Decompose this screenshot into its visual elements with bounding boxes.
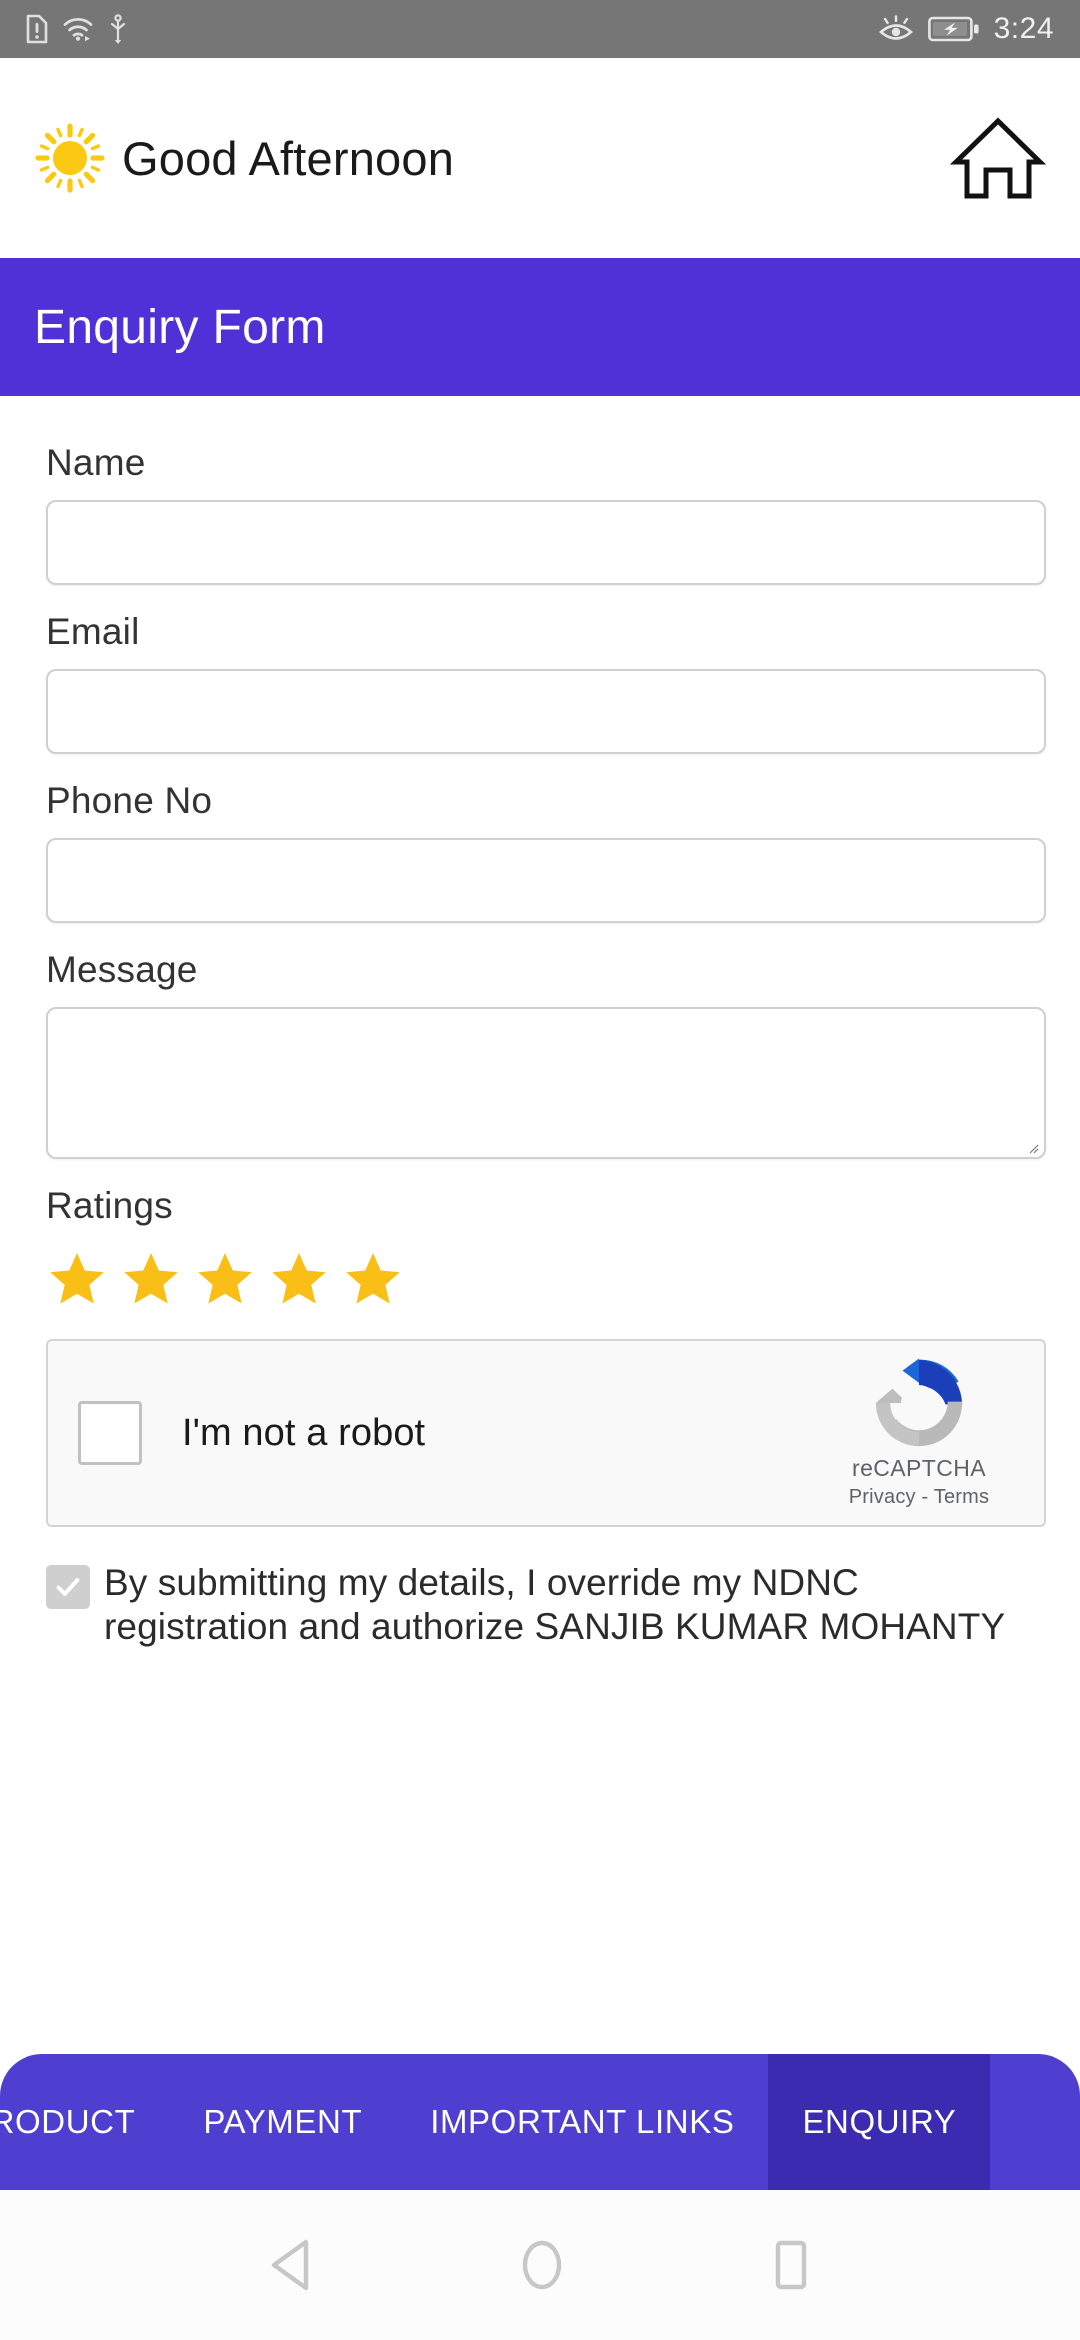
enquiry-form: Name Email Phone No Message Ratings I'm … [0, 396, 1080, 1649]
sim-alert-icon [26, 14, 48, 44]
bottom-tab-bar: PRODUCT PAYMENT IMPORTANT LINKS ENQUIRY [0, 2054, 1080, 2190]
tab-enquiry[interactable]: ENQUIRY [768, 2054, 991, 2190]
battery-charging-icon [927, 16, 979, 42]
recaptcha-branding: reCAPTCHA Privacy - Terms [824, 1357, 1014, 1509]
field-email: Email [46, 611, 1046, 754]
greeting-group: Good Afternoon [34, 122, 454, 194]
status-bar-clock: 3:24 [993, 12, 1054, 45]
ratings-section: Ratings [46, 1185, 1034, 1309]
name-label: Name [46, 442, 146, 483]
home-button[interactable] [950, 110, 1046, 206]
tab-important-links[interactable]: IMPORTANT LINKS [396, 2054, 768, 2190]
name-input[interactable] [46, 500, 1046, 585]
home-circle-icon[interactable] [516, 2238, 568, 2292]
tab-payment[interactable]: PAYMENT [169, 2054, 396, 2190]
tab-product[interactable]: PRODUCT [0, 2054, 169, 2190]
form-title-banner: Enquiry Form [0, 258, 1080, 396]
star-icon-5[interactable] [342, 1249, 404, 1309]
recaptcha-brand-name: reCAPTCHA [852, 1455, 986, 1481]
star-icon-2[interactable] [120, 1249, 182, 1309]
app-header: Good Afternoon [0, 58, 1080, 258]
sun-icon [35, 123, 105, 193]
consent-text: By submitting my details, I override my … [104, 1562, 1006, 1647]
field-message: Message [46, 949, 1046, 1159]
recaptcha-checkbox[interactable] [78, 1401, 142, 1465]
recaptcha-legal-links[interactable]: Privacy - Terms [849, 1486, 989, 1509]
recaptcha-icon [875, 1358, 963, 1447]
message-wrapper [46, 1007, 1046, 1159]
recaptcha-widget[interactable]: I'm not a robot reCAPTCHA Privacy - Term… [46, 1339, 1046, 1527]
phone-screen: 3:24 Good Afternoon Enquiry Form Name Em… [0, 0, 1080, 2340]
phone-input[interactable] [46, 838, 1046, 923]
home-icon [950, 117, 1046, 199]
message-textarea[interactable] [46, 1007, 1046, 1159]
status-bar: 3:24 [0, 0, 1080, 58]
tab-product-label: PRODUCT [0, 2103, 136, 2140]
tab-important-links-label: IMPORTANT LINKS [430, 2103, 735, 2140]
greeting-text: Good Afternoon [122, 131, 455, 185]
android-navigation-bar [0, 2190, 1080, 2340]
wifi-icon [63, 17, 93, 42]
ratings-label: Ratings [46, 1185, 173, 1226]
field-phone: Phone No [46, 780, 1046, 923]
recaptcha-separator: - [921, 1486, 929, 1508]
star-rating[interactable] [46, 1249, 1034, 1309]
recaptcha-terms-link[interactable]: Terms [934, 1486, 989, 1508]
field-name: Name [46, 442, 1046, 585]
tab-enquiry-label: ENQUIRY [802, 2103, 957, 2140]
message-label: Message [46, 949, 198, 990]
star-icon-1[interactable] [46, 1249, 108, 1309]
back-triangle-icon[interactable] [266, 2238, 316, 2292]
email-label: Email [46, 611, 140, 652]
status-bar-right-icons: 3:24 [878, 12, 1054, 46]
page-title: Enquiry Form [34, 300, 326, 354]
star-icon-4[interactable] [268, 1249, 330, 1309]
eye-comfort-icon [878, 15, 913, 40]
recents-square-icon[interactable] [768, 2238, 814, 2292]
recaptcha-privacy-link[interactable]: Privacy [849, 1486, 916, 1508]
phone-label: Phone No [46, 780, 213, 821]
tab-payment-label: PAYMENT [203, 2103, 363, 2140]
consent-row[interactable]: By submitting my details, I override my … [46, 1561, 1046, 1648]
star-icon-3[interactable] [194, 1249, 256, 1309]
usb-icon [110, 14, 126, 44]
status-bar-left-icons [26, 14, 128, 44]
email-input[interactable] [46, 669, 1046, 754]
consent-checkbox[interactable] [46, 1565, 90, 1609]
checkmark-icon [56, 1578, 80, 1596]
recaptcha-label: I'm not a robot [182, 1411, 426, 1454]
